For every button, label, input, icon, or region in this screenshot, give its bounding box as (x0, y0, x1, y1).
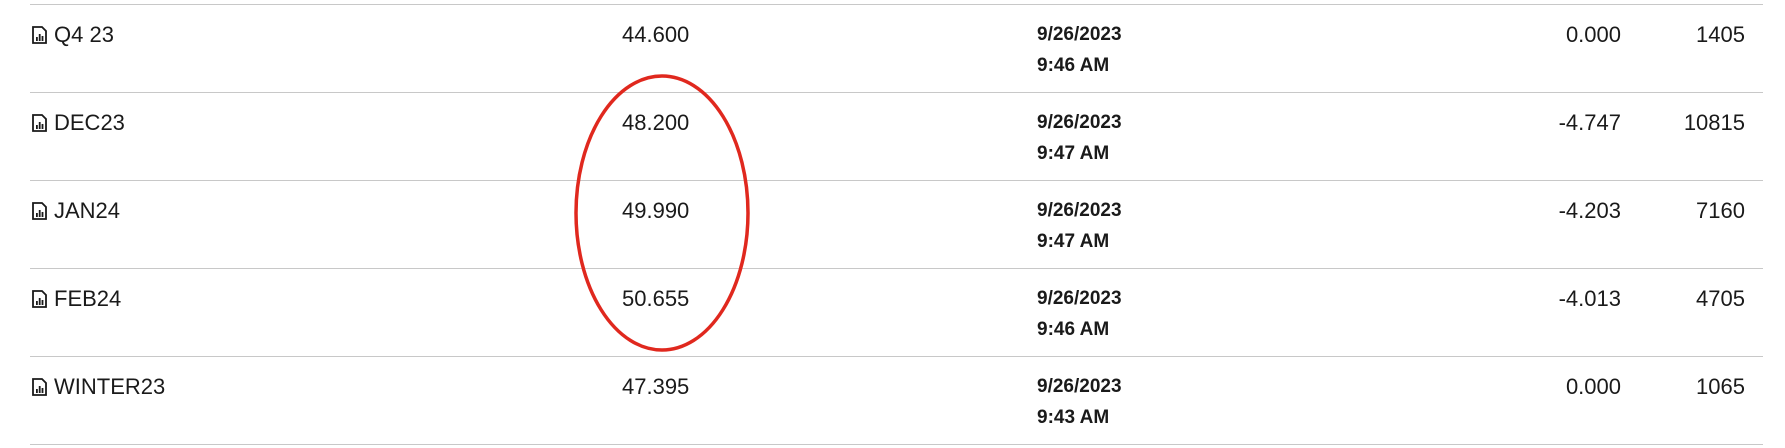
change-value: -4.747 (1558, 110, 1621, 135)
change-value: 0.000 (1565, 22, 1621, 47)
timestamp: 9/26/2023 9:46 AM (1037, 19, 1122, 81)
change-value: -4.203 (1558, 198, 1621, 223)
symbol-cell[interactable]: DEC23 (32, 108, 125, 138)
chart-document-icon (32, 26, 47, 44)
change-value: -4.013 (1558, 286, 1621, 311)
quotes-table: Q4 23 44.600 9/26/2023 9:46 AM 0.000 140… (30, 4, 1763, 445)
chart-document-icon (32, 378, 47, 396)
table-row[interactable]: FEB24 50.655 9/26/2023 9:46 AM -4.013 47… (30, 269, 1763, 357)
timestamp: 9/26/2023 9:47 AM (1037, 195, 1122, 257)
time-value: 9:46 AM (1037, 319, 1110, 340)
timestamp: 9/26/2023 9:43 AM (1037, 371, 1122, 433)
symbol-label: FEB24 (54, 286, 122, 311)
price-value: 50.655 (622, 286, 690, 311)
timestamp: 9/26/2023 9:47 AM (1037, 107, 1122, 169)
change-value: 0.000 (1565, 374, 1621, 399)
table-row[interactable]: DEC23 48.200 9/26/2023 9:47 AM -4.747 10… (30, 93, 1763, 181)
table-row[interactable]: Q4 23 44.600 9/26/2023 9:46 AM 0.000 140… (30, 5, 1763, 93)
timestamp: 9/26/2023 9:46 AM (1037, 283, 1122, 345)
volume-value: 4705 (1696, 286, 1745, 311)
table-row[interactable]: JAN24 49.990 9/26/2023 9:47 AM -4.203 71… (30, 181, 1763, 269)
symbol-cell[interactable]: FEB24 (32, 284, 121, 314)
price-value: 48.200 (622, 110, 690, 135)
symbol-cell[interactable]: JAN24 (32, 196, 120, 226)
date-value: 9/26/2023 (1037, 24, 1122, 45)
chart-document-icon (32, 114, 47, 132)
symbol-label: Q4 23 (54, 22, 114, 47)
date-value: 9/26/2023 (1037, 112, 1122, 133)
date-value: 9/26/2023 (1037, 200, 1122, 221)
symbol-label: WINTER23 (54, 374, 166, 399)
symbol-label: DEC23 (54, 110, 125, 135)
date-value: 9/26/2023 (1037, 376, 1122, 397)
time-value: 9:47 AM (1037, 143, 1110, 164)
time-value: 9:46 AM (1037, 55, 1110, 76)
chart-document-icon (32, 290, 47, 308)
volume-value: 1065 (1696, 374, 1745, 399)
chart-document-icon (32, 202, 47, 220)
price-value: 47.395 (622, 374, 690, 399)
time-value: 9:43 AM (1037, 407, 1110, 428)
date-value: 9/26/2023 (1037, 288, 1122, 309)
price-value: 49.990 (622, 198, 690, 223)
symbol-label: JAN24 (54, 198, 121, 223)
time-value: 9:47 AM (1037, 231, 1110, 252)
symbol-cell[interactable]: Q4 23 (32, 20, 114, 50)
table-row[interactable]: WINTER23 47.395 9/26/2023 9:43 AM 0.000 … (30, 357, 1763, 445)
volume-value: 7160 (1696, 198, 1745, 223)
symbol-cell[interactable]: WINTER23 (32, 372, 165, 402)
volume-value: 10815 (1683, 110, 1745, 135)
price-value: 44.600 (622, 22, 690, 47)
volume-value: 1405 (1696, 22, 1745, 47)
